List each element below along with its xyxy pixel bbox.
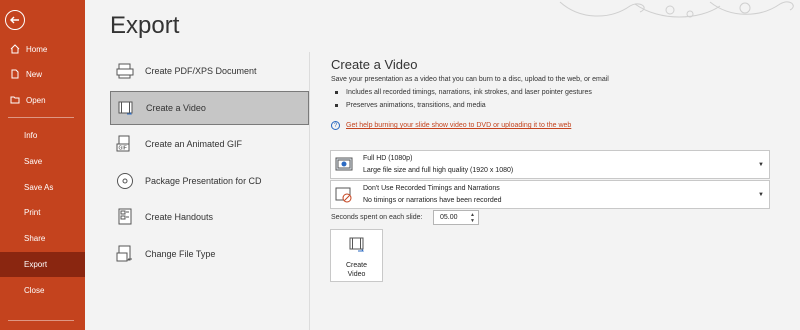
sidebar-item-label: Home bbox=[26, 44, 48, 54]
timings-narration-icon bbox=[335, 186, 353, 204]
bullet-text: Includes all recorded timings, narration… bbox=[346, 89, 592, 96]
sidebar-item-label: Info bbox=[24, 130, 38, 140]
sidebar-item-label: Export bbox=[24, 260, 48, 269]
export-main-area: Export Create PDF/XPS Document Create a … bbox=[85, 0, 800, 330]
panel-title: Create a Video bbox=[331, 57, 418, 72]
chevron-down-icon: ▼ bbox=[758, 162, 764, 168]
timings-title: Don't Use Recorded Timings and Narration… bbox=[363, 185, 500, 192]
create-video-button[interactable]: Create Video bbox=[330, 229, 383, 282]
back-arrow-button[interactable] bbox=[5, 10, 25, 30]
panel-description: Save your presentation as a video that y… bbox=[331, 76, 609, 83]
chevron-down-icon: ▼ bbox=[758, 192, 764, 198]
create-line2: Video bbox=[347, 271, 366, 278]
bullet-text: Preserves animations, transitions, and m… bbox=[346, 102, 486, 109]
timings-dropdown[interactable]: Don't Use Recorded Timings and Narration… bbox=[330, 180, 770, 209]
option-label: Create PDF/XPS Document bbox=[145, 66, 257, 76]
sidebar-item-save-as[interactable]: Save As bbox=[0, 176, 85, 198]
help-question-icon: ? bbox=[331, 121, 340, 130]
sidebar-item-print[interactable]: Print bbox=[0, 201, 85, 223]
option-label: Create a Video bbox=[146, 103, 206, 113]
pdf-document-icon bbox=[115, 61, 135, 81]
decorative-swirl-icon bbox=[559, 1, 794, 18]
bullet-dot-icon bbox=[335, 91, 338, 94]
help-link[interactable]: Get help burning your slide show video t… bbox=[346, 122, 571, 129]
back-arrow-icon bbox=[10, 16, 19, 24]
sidebar-item-label: Share bbox=[24, 233, 46, 243]
option-label: Create Handouts bbox=[145, 212, 214, 222]
option-label: Create an Animated GIF bbox=[145, 139, 243, 149]
option-label: Package Presentation for CD bbox=[145, 176, 262, 186]
sidebar-item-label: Save bbox=[24, 156, 43, 166]
monitor-quality-icon bbox=[335, 156, 353, 174]
spin-arrows-icon[interactable]: ▲ ▼ bbox=[470, 212, 475, 224]
seconds-label: Seconds spent on each slide: bbox=[331, 214, 423, 221]
svg-text:GIF: GIF bbox=[119, 146, 127, 152]
option-label: Change File Type bbox=[145, 249, 216, 259]
sidebar-item-label: New bbox=[26, 69, 43, 79]
sidebar-item-close[interactable]: Close bbox=[0, 279, 85, 301]
video-quality-dropdown[interactable]: Full HD (1080p) Large file size and full… bbox=[330, 150, 770, 179]
video-film-icon bbox=[116, 98, 136, 118]
file-type-icon bbox=[115, 244, 135, 264]
sidebar-item-new[interactable]: New bbox=[0, 63, 85, 85]
video-film-icon bbox=[348, 237, 366, 258]
help-link-row[interactable]: ? Get help burning your slide show video… bbox=[331, 121, 571, 130]
create-line1: Create bbox=[345, 262, 367, 269]
create-video-label: Create Video bbox=[346, 261, 367, 279]
panel-divider bbox=[309, 52, 310, 330]
sidebar-item-export[interactable]: Export bbox=[0, 252, 85, 277]
option-package-cd[interactable]: Package Presentation for CD bbox=[110, 164, 309, 198]
sidebar-item-label: Open bbox=[26, 95, 46, 105]
option-create-video[interactable]: Create a Video bbox=[110, 91, 309, 125]
seconds-spin-input[interactable]: 05.00 ▲ ▼ bbox=[433, 210, 479, 225]
gif-icon: GIF bbox=[115, 134, 135, 154]
sidebar-item-label: Close bbox=[24, 285, 45, 295]
folder-open-icon bbox=[8, 95, 22, 105]
handouts-icon bbox=[115, 207, 135, 227]
bullet-dot-icon bbox=[335, 104, 338, 107]
backstage-sidebar: Home New Open Info Save Save As Print Sh… bbox=[0, 0, 85, 330]
sidebar-item-open[interactable]: Open bbox=[0, 89, 85, 111]
timings-subtitle: No timings or narrations have been recor… bbox=[363, 197, 502, 204]
option-change-file-type[interactable]: Change File Type bbox=[110, 237, 309, 271]
seconds-value: 05.00 bbox=[440, 214, 458, 221]
quality-title: Full HD (1080p) bbox=[363, 155, 413, 162]
quality-subtitle: Large file size and full high quality (1… bbox=[363, 167, 514, 174]
option-create-pdf-xps[interactable]: Create PDF/XPS Document bbox=[110, 54, 309, 88]
new-document-icon bbox=[8, 69, 22, 79]
sidebar-item-save[interactable]: Save bbox=[0, 150, 85, 172]
bullet-item: Preserves animations, transitions, and m… bbox=[335, 102, 486, 109]
option-create-gif[interactable]: GIF Create an Animated GIF bbox=[110, 127, 309, 161]
cd-disc-icon bbox=[115, 171, 135, 191]
sidebar-item-share[interactable]: Share bbox=[0, 227, 85, 249]
sidebar-item-info[interactable]: Info bbox=[0, 124, 85, 146]
sidebar-divider bbox=[8, 117, 74, 118]
sidebar-item-home[interactable]: Home bbox=[0, 38, 85, 60]
bullet-item: Includes all recorded timings, narration… bbox=[335, 89, 592, 96]
sidebar-item-label: Print bbox=[24, 207, 41, 217]
sidebar-divider bbox=[8, 320, 74, 321]
sidebar-item-label: Save As bbox=[24, 182, 54, 192]
home-icon bbox=[8, 44, 22, 54]
page-title: Export bbox=[110, 12, 180, 39]
option-create-handouts[interactable]: Create Handouts bbox=[110, 200, 309, 234]
